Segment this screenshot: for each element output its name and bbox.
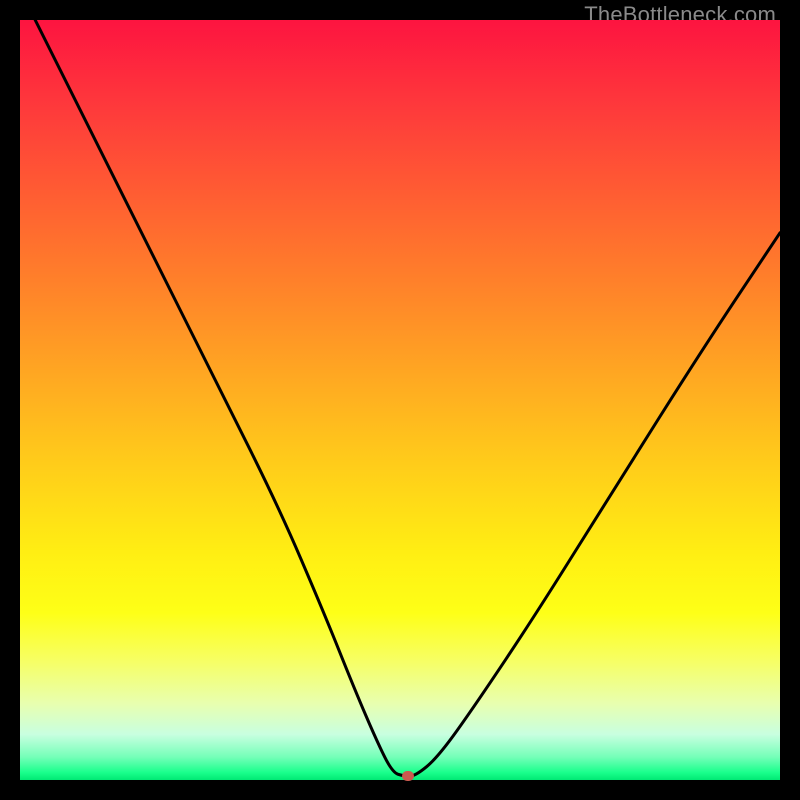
bottleneck-curve [35,20,780,776]
plot-area [20,20,780,780]
optimal-marker [402,771,414,781]
chart-container: TheBottleneck.com [0,0,800,800]
curve-layer [20,20,780,780]
